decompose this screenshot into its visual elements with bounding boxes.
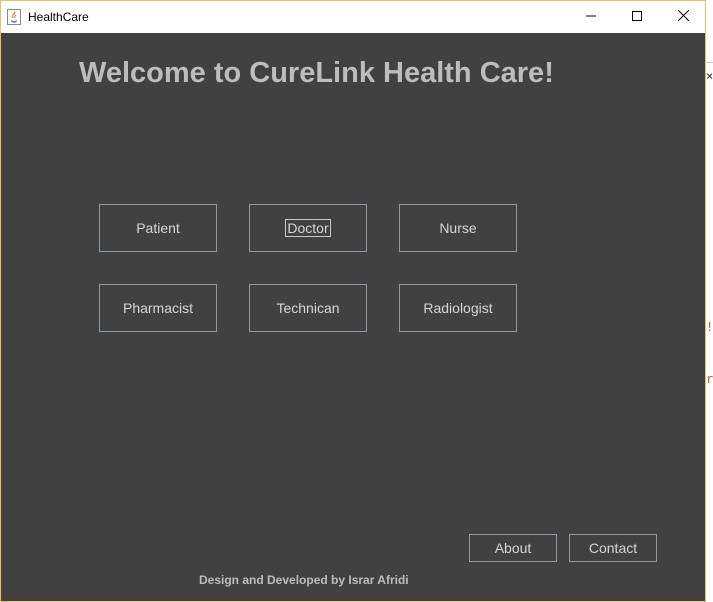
technician-button[interactable]: Technican bbox=[249, 284, 367, 332]
about-button-label: About bbox=[494, 540, 532, 556]
window-title: HealthCare bbox=[28, 10, 89, 24]
radiologist-button[interactable]: Radiologist bbox=[399, 284, 517, 332]
close-icon bbox=[677, 8, 689, 26]
contact-button-label: Contact bbox=[588, 540, 638, 556]
about-button[interactable]: About bbox=[469, 534, 557, 562]
healthcare-window: HealthCare Welcome to CureLink Health Ca… bbox=[0, 0, 706, 602]
background-close-glyph: × bbox=[706, 69, 713, 83]
minimize-button[interactable] bbox=[568, 1, 614, 33]
page-title: Welcome to CureLink Health Care! bbox=[79, 57, 554, 89]
background-code-glyph: r bbox=[706, 372, 713, 386]
patient-button[interactable]: Patient bbox=[99, 204, 217, 252]
screen: × ! r HealthCare Welcome to CureLink Hea… bbox=[0, 0, 713, 602]
background-code-glyph: ! bbox=[706, 320, 713, 334]
patient-button-label: Patient bbox=[136, 220, 180, 236]
contact-button[interactable]: Contact bbox=[569, 534, 657, 562]
background-app-edge bbox=[706, 0, 713, 602]
pharmacist-button[interactable]: Pharmacist bbox=[99, 284, 217, 332]
technician-button-label: Technican bbox=[276, 300, 340, 316]
title-bar[interactable]: HealthCare bbox=[1, 1, 705, 33]
maximize-icon bbox=[632, 8, 642, 26]
background-app-divider bbox=[706, 62, 713, 63]
footer-credit: Design and Developed by Israr Afridi bbox=[199, 573, 409, 587]
java-app-icon bbox=[7, 9, 21, 25]
doctor-button-label: Doctor bbox=[285, 219, 331, 237]
minimize-icon bbox=[586, 8, 596, 26]
doctor-button[interactable]: Doctor bbox=[249, 204, 367, 252]
main-panel: Welcome to CureLink Health Care! Patient… bbox=[1, 33, 705, 601]
nurse-button-label: Nurse bbox=[439, 220, 477, 236]
nurse-button[interactable]: Nurse bbox=[399, 204, 517, 252]
radiologist-button-label: Radiologist bbox=[423, 300, 493, 316]
pharmacist-button-label: Pharmacist bbox=[122, 300, 194, 316]
maximize-button[interactable] bbox=[614, 1, 660, 33]
close-button[interactable] bbox=[660, 1, 705, 33]
